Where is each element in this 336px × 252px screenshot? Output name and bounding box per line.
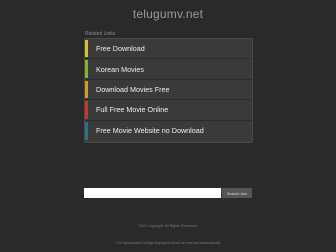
related-link-free-movie-website[interactable]: Free Movie Website no Download <box>85 121 252 141</box>
search-ads-button[interactable]: Search Ads <box>221 188 252 198</box>
related-link-label: Free Movie Website no Download <box>96 126 204 136</box>
link-accent-bar <box>85 60 88 78</box>
link-accent-bar <box>85 101 88 119</box>
link-accent-bar <box>85 80 88 99</box>
related-links-list: Free Download Korean Movies Download Mov… <box>84 38 253 143</box>
link-accent-bar <box>85 40 88 58</box>
search-input[interactable] <box>84 188 221 198</box>
domain-title: telugumv.net <box>132 7 204 21</box>
related-link-label: Korean Movies <box>96 64 144 74</box>
related-links-heading: Related Links <box>85 31 116 37</box>
related-link-label: Full Free Movie Online <box>96 105 169 115</box>
related-link-free-download[interactable]: Free Download <box>85 39 252 60</box>
search-bar: Search Ads <box>84 188 252 198</box>
parked-domain-page: telugumv.net Related Links Free Download… <box>0 0 336 252</box>
related-link-full-free-movie-online[interactable]: Full Free Movie Online <box>85 100 252 121</box>
related-link-label: Download Movies Free <box>96 84 170 94</box>
link-accent-bar <box>85 121 88 140</box>
related-link-download-movies-free[interactable]: Download Movies Free <box>85 80 252 101</box>
related-link-korean-movies[interactable]: Korean Movies <box>85 59 252 80</box>
copyright-text: 2021 Copyright. All Rights Reserved. <box>138 224 198 228</box>
disclaimer-text: The Sponsored Listings displayed above a… <box>115 241 221 245</box>
related-link-label: Free Download <box>96 44 145 54</box>
